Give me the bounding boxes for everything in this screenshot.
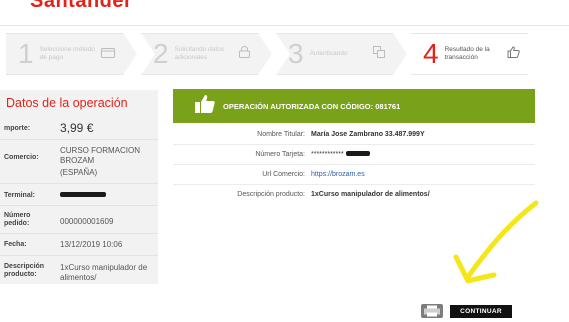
terminal-redacted: [60, 190, 106, 200]
header-divider: [0, 25, 569, 26]
importe-label: mporte:: [4, 125, 31, 132]
titular-value: María Jose Zambrano 33.487.999Y: [311, 131, 425, 138]
step-label: Autenticando: [309, 50, 348, 58]
step-number: 2: [153, 38, 169, 69]
row-titular: Nombre Titular: María Jose Zambrano 33.4…: [173, 125, 535, 145]
descripcion-producto-label: Descripción producto:: [237, 191, 305, 198]
authorized-banner-text: OPERACIÓN AUTORIZADA CON CÓDIGO: 081761: [223, 101, 401, 111]
row-terminal: Terminal:: [0, 184, 158, 206]
step-number: 4: [423, 38, 439, 69]
row-fecha: Fecha: 13/12/2019 10:06: [0, 234, 158, 256]
descripcion-value: 1xCurso manipulador de alimentos/: [60, 263, 148, 282]
descripcion-producto-value: 1xCurso manipulador de alimentos/: [311, 191, 430, 198]
tarjeta-label: Número Tarjeta:: [255, 151, 305, 158]
descripcion-label: Descripción producto:: [4, 263, 45, 279]
step-1: 1 Seleccione método de pago: [6, 33, 137, 75]
progress-steps: 1 Seleccione método de pago 2 Solicitand…: [6, 33, 546, 75]
row-pedido: Número pedido: 000000001609: [0, 206, 158, 234]
step-label: Resultado de la transacción: [444, 46, 490, 61]
pedido-label: Número pedido:: [4, 212, 31, 228]
printer-icon: [424, 305, 440, 317]
device-icon: [373, 45, 385, 63]
card-icon: [101, 45, 115, 63]
step-number: 1: [18, 38, 34, 69]
authorized-banner: OPERACIÓN AUTORIZADA CON CÓDIGO: 081761: [173, 89, 535, 123]
thumbs-up-icon: [507, 45, 520, 63]
fecha-value: 13/12/2019 10:06: [60, 240, 123, 249]
row-url: Url Comercio: https://brozam.es: [173, 165, 535, 185]
step-2: 2 Solicitando datos adicionales: [141, 33, 272, 75]
terminal-label: Terminal:: [4, 192, 35, 199]
comercio-value: CURSO FORMACION BROZAM: [60, 146, 140, 165]
row-descripcion: Descripción producto: 1xCurso manipulado…: [0, 256, 158, 284]
url-label: Url Comercio:: [262, 171, 305, 178]
pedido-value: 000000001609: [60, 217, 114, 226]
step-label: Solicitando datos adicionales: [174, 46, 225, 61]
fecha-label: Fecha:: [4, 241, 27, 248]
continue-button[interactable]: CONTINUAR: [450, 305, 512, 318]
operation-details-panel: Datos de la operación mporte: 3,99 € Com…: [0, 90, 158, 284]
step-number: 3: [288, 38, 304, 69]
result-panel: OPERACIÓN AUTORIZADA CON CÓDIGO: 081761 …: [173, 89, 535, 211]
yellow-arrow-annotation: [453, 200, 539, 284]
thumbs-up-icon: [195, 94, 215, 118]
tarjeta-value: ************: [311, 151, 370, 158]
print-button[interactable]: [421, 304, 443, 318]
comercio-label: Comercio:: [4, 154, 39, 161]
panel-title: Datos de la operación: [6, 96, 128, 110]
titular-label: Nombre Titular:: [257, 131, 305, 138]
comercio-country: (ESPAÑA): [60, 168, 98, 177]
step-label: Seleccione método de pago: [39, 46, 95, 61]
lock-icon: [239, 45, 250, 63]
row-importe: mporte: 3,99 €: [0, 116, 158, 140]
row-comercio: Comercio: CURSO FORMACION BROZAM (ESPAÑA…: [0, 140, 158, 184]
importe-value: 3,99 €: [60, 121, 94, 135]
step-3: 3 Autenticando: [276, 33, 407, 75]
brand-logo: Santander: [30, 0, 133, 12]
url-link[interactable]: https://brozam.es: [311, 171, 365, 178]
row-tarjeta: Número Tarjeta: ************: [173, 145, 535, 165]
step-4: 4 Resultado de la transacción: [411, 33, 542, 75]
